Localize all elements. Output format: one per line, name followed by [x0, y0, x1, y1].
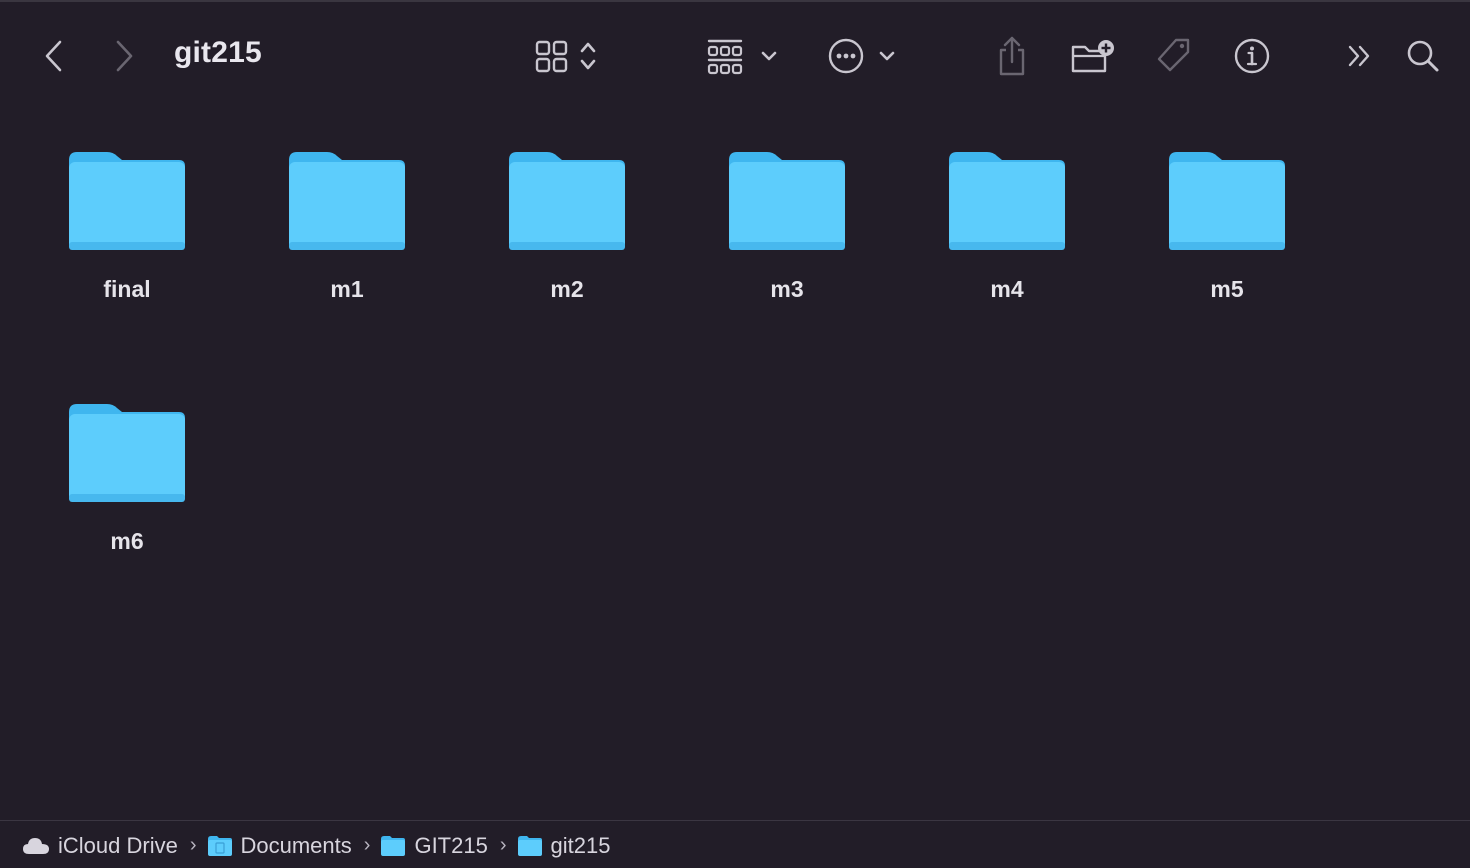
folder-icon — [69, 404, 185, 502]
group-by-icon — [707, 39, 743, 75]
cloud-icon — [22, 836, 50, 856]
chevron-right-icon — [116, 40, 133, 72]
folder-name: m2 — [550, 276, 584, 302]
chevron-left-icon — [45, 40, 62, 72]
folder-item[interactable]: m2 — [487, 150, 647, 350]
window-title: git215 — [174, 36, 262, 69]
path-separator: › — [363, 834, 371, 856]
share-button[interactable] — [992, 32, 1032, 80]
file-grid: final m1 m2 m3 m4 m5 m6 — [0, 110, 1470, 820]
crumb-label: git215 — [550, 832, 611, 858]
folder-name: m1 — [330, 276, 364, 302]
tag-button[interactable] — [1150, 32, 1196, 80]
info-icon — [1234, 38, 1270, 74]
toolbar: git215 — [0, 2, 1470, 110]
path-crumb-git215-parent[interactable]: GIT215 — [380, 832, 488, 859]
info-button[interactable] — [1230, 32, 1274, 80]
view-mode-button[interactable] — [528, 32, 604, 80]
crumb-label: GIT215 — [414, 832, 488, 858]
folder-item[interactable]: m1 — [267, 150, 427, 350]
action-menu-button[interactable] — [824, 32, 900, 80]
up-down-chevron-icon — [580, 42, 596, 70]
folder-icon — [380, 835, 406, 857]
path-crumb-git215[interactable]: git215 — [517, 832, 611, 859]
ellipsis-circle-icon — [828, 38, 864, 74]
path-crumb-documents[interactable]: Documents — [207, 833, 352, 859]
path-crumb-icloud-drive[interactable]: iCloud Drive — [22, 833, 178, 859]
folder-icon — [289, 152, 405, 250]
folder-item[interactable]: m5 — [1147, 150, 1307, 350]
new-folder-icon — [1071, 40, 1114, 73]
folder-item[interactable]: m6 — [47, 402, 207, 602]
search-button[interactable] — [1402, 32, 1444, 80]
icon-view-grid-icon — [535, 40, 568, 73]
folder-name: m4 — [990, 276, 1024, 302]
back-button[interactable] — [36, 32, 72, 80]
new-folder-button[interactable] — [1068, 32, 1118, 80]
folder-icon — [517, 835, 543, 857]
crumb-label: Documents — [240, 832, 352, 858]
path-bar: iCloud Drive › Documents › GIT215 › git2… — [0, 820, 1470, 868]
folder-icon — [729, 152, 845, 250]
documents-folder-icon — [207, 835, 233, 857]
folder-item[interactable]: final — [47, 150, 207, 350]
folder-icon — [509, 152, 625, 250]
chevron-down-icon — [879, 51, 895, 61]
finder-window: git215 final m1 m2 m3 m4 m5 m6 iCloud Dr… — [0, 0, 1470, 868]
chevron-down-icon — [761, 51, 777, 61]
toolbar-overflow-button[interactable] — [1340, 32, 1380, 80]
folder-icon — [69, 152, 185, 250]
folder-name: m5 — [1210, 276, 1244, 302]
folder-item[interactable]: m4 — [927, 150, 1087, 350]
share-icon — [999, 36, 1025, 76]
folder-name: final — [103, 276, 151, 302]
path-separator: › — [499, 834, 507, 856]
group-by-button[interactable] — [704, 32, 780, 80]
tag-icon — [1157, 38, 1190, 72]
folder-icon — [1169, 152, 1285, 250]
forward-button[interactable] — [106, 32, 142, 80]
folder-name: m3 — [770, 276, 804, 302]
folder-icon — [949, 152, 1065, 250]
crumb-label: iCloud Drive — [58, 832, 178, 858]
folder-name: m6 — [110, 528, 144, 554]
folder-item[interactable]: m3 — [707, 150, 867, 350]
path-separator: › — [189, 834, 197, 856]
search-icon — [1407, 40, 1439, 72]
double-chevron-right-icon — [1348, 45, 1370, 67]
